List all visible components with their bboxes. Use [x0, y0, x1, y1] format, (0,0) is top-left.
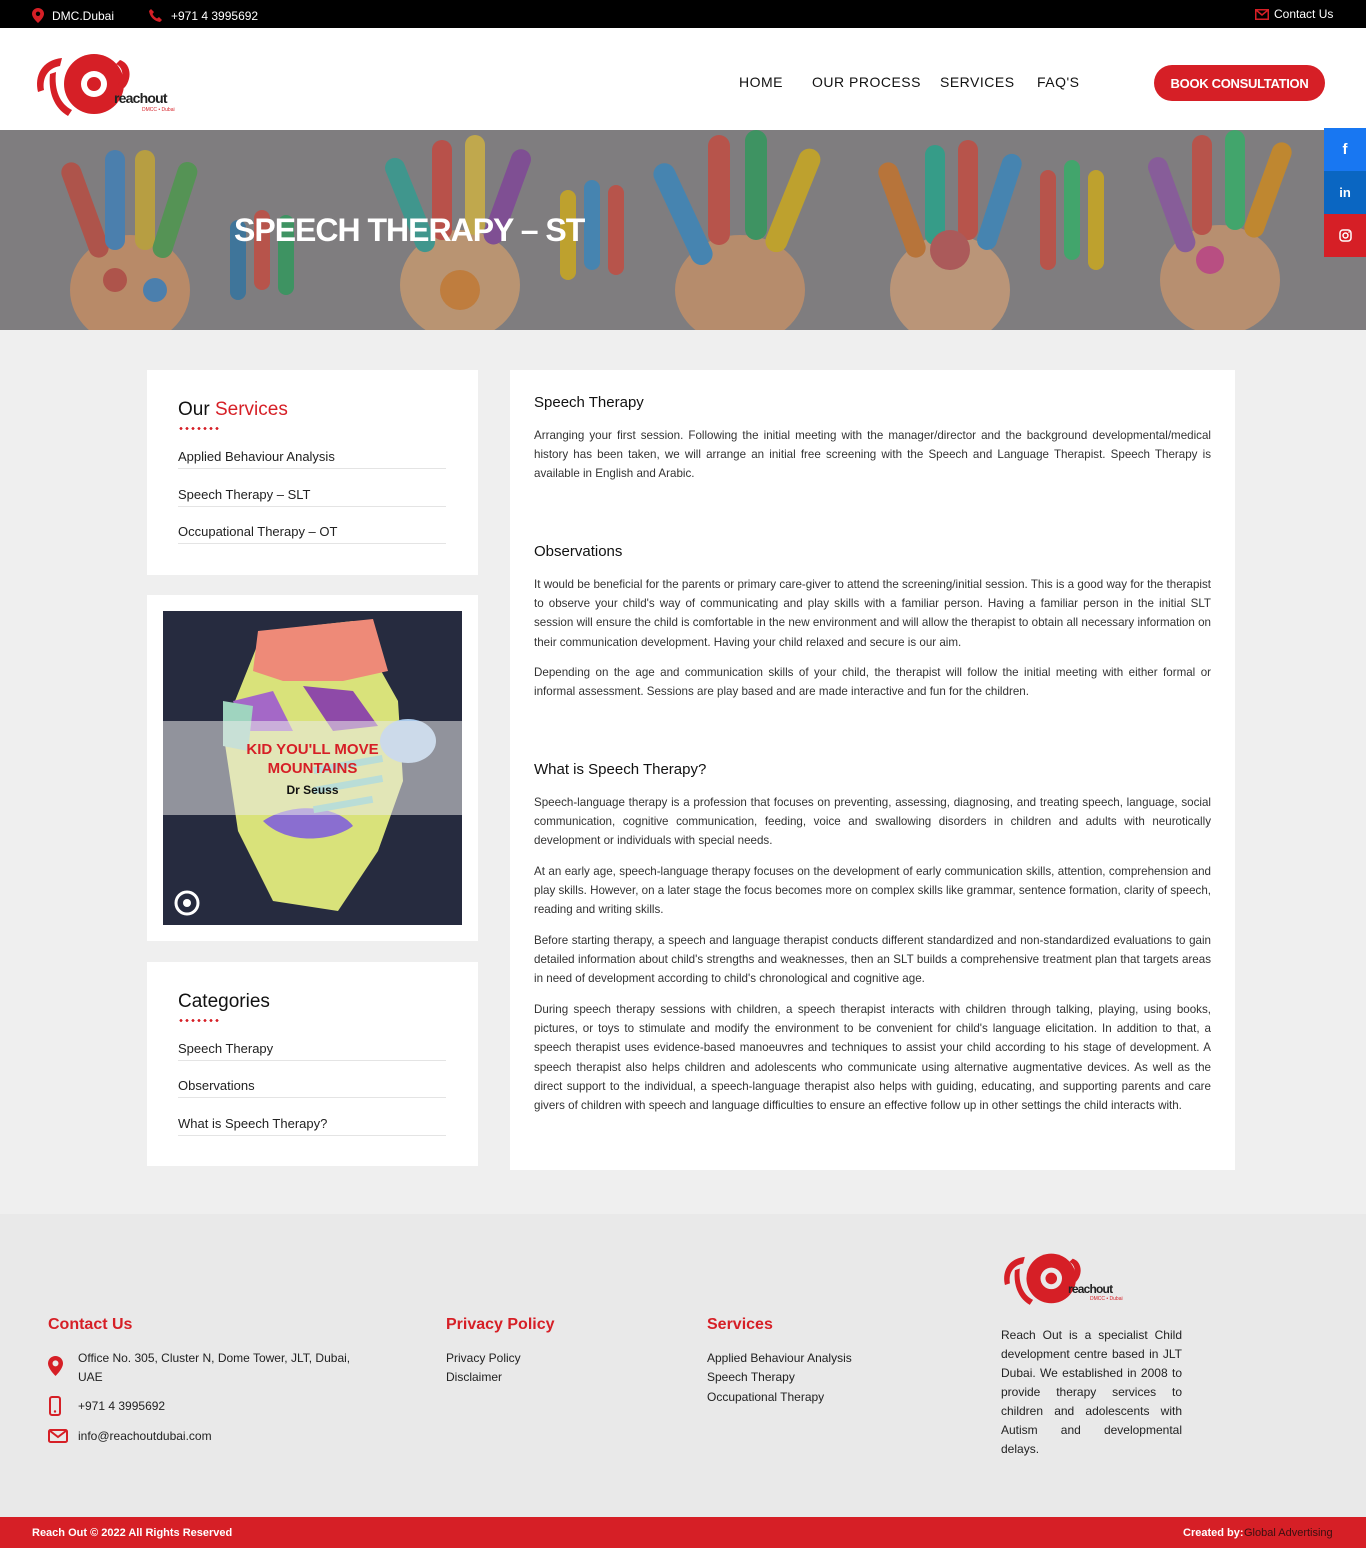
- phone-icon: [149, 9, 162, 22]
- footer-address: Office No. 305, Cluster N, Dome Tower, J…: [78, 1351, 351, 1384]
- map-pin-icon: [48, 1356, 63, 1376]
- phone-text: +971 4 3995692: [171, 8, 259, 23]
- map-pin-icon: [32, 8, 44, 23]
- mail-icon: [1255, 8, 1269, 20]
- logo-text: reachout: [114, 90, 168, 106]
- copyright-text: Reach Out © 2022 All Rights Reserved: [32, 1527, 233, 1539]
- phone-item[interactable]: +971 4 3995692: [148, 8, 258, 23]
- facebook-icon: f: [1342, 141, 1348, 158]
- hero-banner: SPEECH THERAPY – ST: [0, 130, 1366, 330]
- paragraph: Arranging your first session. Following …: [534, 429, 1211, 481]
- poster-quote-line2: MOUNTAINS: [267, 760, 358, 777]
- contact-link[interactable]: Contact Us: [1255, 7, 1333, 21]
- categories-widget-title: Categories: [178, 991, 270, 1012]
- footer-link-aba[interactable]: Applied Behaviour Analysis: [707, 1351, 852, 1365]
- section-heading: Observations: [534, 543, 623, 560]
- footer-logo[interactable]: reachout DMCC • Dubai: [1000, 1246, 1124, 1310]
- bottom-bar: Reach Out © 2022 All Rights Reserved Cre…: [0, 1517, 1366, 1548]
- instagram-button[interactable]: [1324, 214, 1366, 257]
- created-by-link[interactable]: Global Advertising: [1244, 1527, 1333, 1539]
- footer-email[interactable]: info@reachoutdubai.com: [78, 1429, 212, 1443]
- instagram-icon: [1338, 229, 1352, 242]
- paragraph: Before starting therapy, a speech and la…: [534, 934, 1211, 986]
- location-item[interactable]: DMC.Dubai: [32, 8, 114, 23]
- article-content: Speech Therapy Arranging your first sess…: [510, 370, 1235, 1170]
- categories-widget: Categories Speech Therapy Observations W…: [147, 962, 478, 1166]
- category-link-observations[interactable]: Observations: [178, 1078, 446, 1098]
- footer: Contact Us Office No. 305, Cluster N, Do…: [0, 1214, 1366, 1517]
- footer-about: Reach Out is a specialist Child developm…: [1001, 1328, 1182, 1456]
- contact-text: Contact Us: [1274, 7, 1334, 21]
- category-link-what-is-st[interactable]: What is Speech Therapy?: [178, 1116, 446, 1136]
- page-bottom-edge: [0, 1548, 1366, 1553]
- nav-our-process[interactable]: OUR PROCESS: [812, 74, 921, 90]
- title-underline: [178, 1019, 220, 1022]
- quote-poster: KID YOU'LL MOVE MOUNTAINS Dr Seuss: [163, 611, 462, 925]
- footer-contact-title: Contact Us: [48, 1316, 133, 1333]
- paragraph: At an early age, speech-language therapy…: [534, 865, 1211, 917]
- paragraph: Speech-language therapy is a profession …: [534, 796, 1211, 848]
- mobile-phone-icon: [49, 1396, 61, 1416]
- page-title: SPEECH THERAPY – ST: [234, 212, 585, 248]
- painted-hands-image: [0, 130, 1366, 330]
- nav-services[interactable]: SERVICES: [940, 74, 1015, 90]
- logo[interactable]: reachout DMCC • Dubai: [32, 46, 182, 121]
- header: reachout DMCC • Dubai HOME OUR PROCESS S…: [0, 28, 1366, 130]
- footer-link-speech-therapy[interactable]: Speech Therapy: [707, 1370, 795, 1384]
- created-by-label: Created by:: [1183, 1527, 1244, 1539]
- poster-author: Dr Seuss: [286, 783, 339, 797]
- section-heading: Speech Therapy: [534, 394, 644, 411]
- location-text: DMC.Dubai: [52, 8, 115, 23]
- book-consultation-button[interactable]: BOOK CONSULTATION: [1154, 65, 1325, 101]
- linkedin-button[interactable]: in: [1324, 171, 1366, 214]
- services-widget-title: Our Services: [178, 399, 288, 420]
- footer-services-title: Services: [707, 1316, 773, 1333]
- paragraph: During speech therapy sessions with chil…: [534, 1003, 1211, 1113]
- facebook-button[interactable]: f: [1324, 128, 1366, 171]
- top-bar: DMC.Dubai +971 4 3995692 Contact Us: [0, 0, 1366, 28]
- logo-subtext: DMCC • Dubai: [142, 107, 175, 113]
- linkedin-icon: in: [1339, 185, 1351, 200]
- footer-privacy-title: Privacy Policy: [446, 1316, 555, 1333]
- section-heading: What is Speech Therapy?: [534, 761, 707, 778]
- poster-quote-line1: KID YOU'LL MOVE: [246, 741, 379, 758]
- footer-link-privacy-policy[interactable]: Privacy Policy: [446, 1351, 521, 1365]
- footer-phone[interactable]: +971 4 3995692: [78, 1399, 165, 1413]
- paragraph: Depending on the age and communication s…: [534, 666, 1211, 699]
- mail-icon: [48, 1429, 68, 1443]
- footer-link-disclaimer[interactable]: Disclaimer: [446, 1370, 502, 1384]
- category-link-speech-therapy[interactable]: Speech Therapy: [178, 1041, 446, 1061]
- footer-logo-subtext: DMCC • Dubai: [1090, 1296, 1123, 1302]
- nav-faqs[interactable]: FAQ'S: [1037, 74, 1080, 90]
- sidebar-link-slt[interactable]: Speech Therapy – SLT: [178, 487, 446, 507]
- footer-logo-text: reachout: [1068, 1282, 1113, 1296]
- nav-home[interactable]: HOME: [739, 74, 783, 90]
- title-underline: [178, 427, 220, 430]
- services-widget: Our Services Applied Behaviour Analysis …: [147, 370, 478, 575]
- sidebar-link-ot[interactable]: Occupational Therapy – OT: [178, 524, 446, 544]
- sidebar-link-aba[interactable]: Applied Behaviour Analysis: [178, 449, 446, 469]
- paragraph: It would be beneficial for the parents o…: [534, 578, 1211, 649]
- footer-link-occupational-therapy[interactable]: Occupational Therapy: [707, 1390, 824, 1404]
